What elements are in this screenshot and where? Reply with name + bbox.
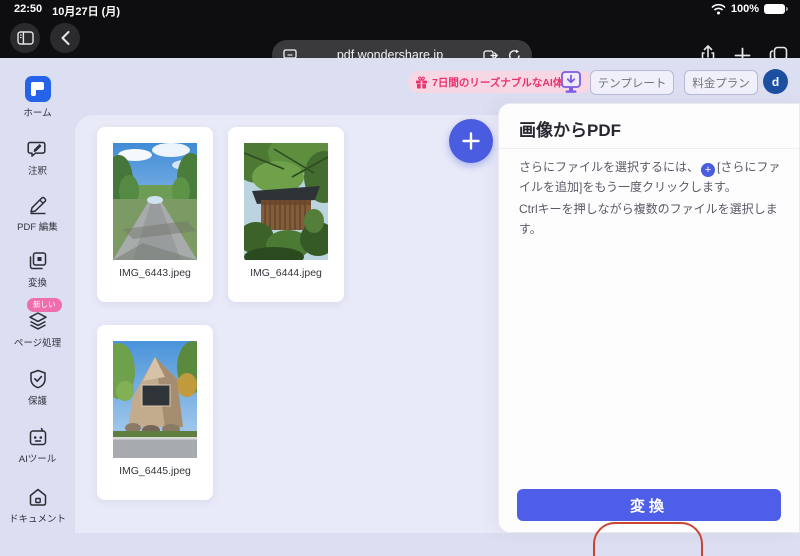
instruction-1a: さらにファイルを選択するには、 xyxy=(519,160,700,174)
avatar[interactable]: d xyxy=(763,69,788,94)
photo-thumbnail-park-path xyxy=(113,143,197,260)
download-desktop-icon xyxy=(561,70,581,93)
file-card[interactable]: IMG_6444.jpeg xyxy=(228,127,344,302)
battery-percent: 100% xyxy=(730,3,759,15)
status-bar: 22:50 10月27日 (月) 100% xyxy=(0,0,800,18)
image-to-pdf-panel: 画像からPDF さらにファイルを選択するには、 + [さらにファイルを追加]をもう一… xyxy=(498,103,800,533)
photo-thumbnail-wooden-shrine xyxy=(244,143,328,260)
sidebar-toggle-button[interactable] xyxy=(10,23,40,53)
plus-icon xyxy=(462,132,480,150)
safari-toolbar: pdf.wondershare.jp xyxy=(0,18,800,70)
ai-robot-icon xyxy=(27,426,49,448)
red-annotation-oval xyxy=(593,522,703,556)
app-header: 7日間のリーズナブルなAI体験！ テンプレート 料金プラン d xyxy=(0,68,800,98)
sidebar-icon xyxy=(16,31,34,45)
edit-pencil-icon xyxy=(27,194,49,216)
file-card[interactable]: IMG_6445.jpeg xyxy=(97,325,213,500)
instruction-1: さらにファイルを選択するには、 + [さらにファイルを追加]をもう一度クリックします… xyxy=(519,158,783,198)
documents-home-icon xyxy=(27,486,49,508)
sidebar-item-label: 保護 xyxy=(27,396,47,407)
sidebar-item-annotation[interactable]: 注釈 xyxy=(0,138,75,177)
webpage: 7日間のリーズナブルなAI体験！ テンプレート 料金プラン d ホーム 注釈 P… xyxy=(0,58,800,556)
sidebar-item-protect[interactable]: 保護 xyxy=(0,368,75,407)
battery-icon xyxy=(764,4,788,14)
browser-chrome: 22:50 10月27日 (月) 100% pdf.wondershare.jp xyxy=(0,0,800,70)
screen: 22:50 10月27日 (月) 100% pdf.wondershare.jp… xyxy=(0,0,800,556)
instruction-2: Ctrlキーを押しながら複数のファイルを選択します。 xyxy=(519,202,778,236)
file-card[interactable]: IMG_6443.jpeg xyxy=(97,127,213,302)
sidebar-item-label: ページ処理 xyxy=(13,338,62,349)
sidebar-item-label: AIツール xyxy=(18,454,57,465)
photo-thumbnail-stone-monument xyxy=(113,341,197,458)
sidebar-item-ai-tools[interactable]: AIツール xyxy=(0,426,75,465)
template-button[interactable]: テンプレート xyxy=(590,70,674,95)
gift-icon xyxy=(416,76,427,88)
sidebar-item-home[interactable]: ホーム xyxy=(0,76,75,119)
home-logo-icon xyxy=(24,76,51,102)
sidebar-item-label: ドキュメント xyxy=(8,514,66,525)
sidebar-item-label: 注釈 xyxy=(27,166,47,177)
inline-add-icon: + xyxy=(701,163,716,177)
back-chevron-icon xyxy=(61,31,69,45)
sidebar-item-pdf-edit[interactable]: PDF 編集 xyxy=(0,194,75,233)
clock: 22:50 xyxy=(14,3,43,15)
sidebar-item-label: ホーム xyxy=(23,108,52,119)
sidebar-item-page-process[interactable]: 新しい ページ処理 xyxy=(0,298,75,349)
convert-icon xyxy=(27,250,49,272)
back-button[interactable] xyxy=(50,23,80,53)
panel-title: 画像からPDF xyxy=(519,121,621,140)
annotation-icon xyxy=(26,138,49,160)
file-name: IMG_6443.jpeg xyxy=(119,267,191,279)
layers-icon xyxy=(27,310,49,332)
wifi-icon xyxy=(711,3,726,15)
date: 10月27日 (月) xyxy=(52,6,120,18)
sidebar: ホーム 注釈 PDF 編集 変換 新しい ページ処理 保護 AIツール ドキュメ… xyxy=(0,58,75,556)
file-name: IMG_6444.jpeg xyxy=(250,267,322,279)
shield-check-icon xyxy=(27,368,49,390)
pricing-button[interactable]: 料金プラン xyxy=(684,70,758,95)
sidebar-item-documents[interactable]: ドキュメント xyxy=(0,486,75,525)
download-desktop-button[interactable] xyxy=(558,69,584,95)
divider xyxy=(499,148,799,149)
file-name: IMG_6445.jpeg xyxy=(119,465,191,477)
sidebar-item-label: PDF 編集 xyxy=(17,222,58,233)
sidebar-item-convert[interactable]: 変換 xyxy=(0,250,75,289)
sidebar-item-label: 変換 xyxy=(27,278,47,289)
add-file-button[interactable] xyxy=(449,119,493,163)
convert-button[interactable]: 変換 xyxy=(517,489,781,521)
